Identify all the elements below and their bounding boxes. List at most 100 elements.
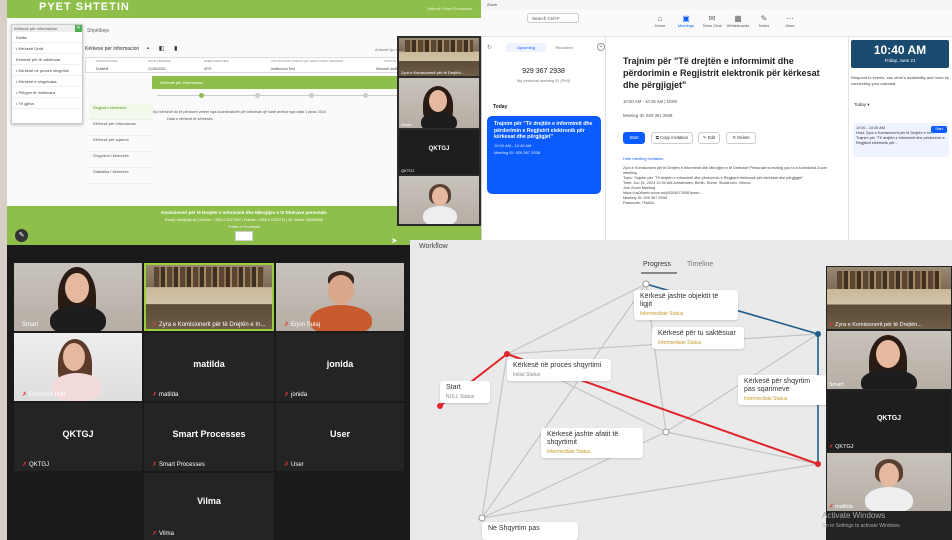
video-tile[interactable]: Smart [14,263,142,331]
participant-center-name: matilda [193,358,225,369]
pen-icon[interactable]: ✎ [15,229,28,242]
copy-invitation-button[interactable]: ⧉ Copy invitation [651,132,693,144]
nav-whiteboards[interactable]: ▦ Whiteboards [724,14,752,28]
notes-icon: ✎ [760,14,768,23]
workflow-node[interactable]: Ne Shqyrtim pas [482,522,578,540]
table-cell[interactable]: Draft/off [96,67,108,71]
video-tile[interactable]: ✗ matilda [827,453,951,511]
menu-item[interactable]: Kërkesë për të caktimuar [12,54,82,65]
step-progress [157,93,407,103]
video-tile[interactable]: QKTGJ ✗ QKTGJ [827,391,951,451]
side-menu-item[interactable]: Statistika / kërkesës [89,168,153,184]
tile-name: ✗ QKTGJ [829,444,854,450]
form-field-label: Data e kërkimit të kërkesës [167,117,213,121]
video-tile[interactable]: Smart Processes ✗ Smart Processes [144,403,274,471]
calendar-icon: ▣ [682,14,690,23]
hide-invitation-link[interactable]: Hide meeting invitation [623,156,663,161]
mic-muted-icon: ✗ [152,462,158,468]
side-menu-item[interactable]: Kërkesë për sqarimi [89,136,153,152]
table-header: INSTITUCIONI PUBLIK QË I DREJTOHET KËRKE… [271,59,344,63]
step-dot[interactable] [199,93,204,98]
video-tile[interactable]: ✗ Zyra e Komisionerit për të Drejtën... [827,267,951,329]
side-menu-item[interactable]: Regjistro kërkesën [89,104,153,120]
nav-home[interactable]: ⌂ Home [646,14,674,28]
table-header: EMËR KËRKUESI [204,59,229,63]
pmi-label: My personal meeting ID (PMI) [516,78,571,83]
video-tile[interactable]: jonida ✗ jonida [276,333,404,401]
refresh-icon[interactable]: ↻ [487,44,492,51]
menu-item[interactable]: • Pëlqyer të rishikuara [12,87,82,98]
nav-notes[interactable]: ✎ Notes [750,14,778,28]
side-menu-item[interactable]: Kërkesë për informacion [89,120,153,136]
video-tile[interactable]: User ✗ User [276,403,404,471]
menu-item[interactable]: • Kërkesë Draft [12,43,82,54]
video-tile[interactable]: Vilma ✗ Vilma [144,473,274,540]
calendar-today[interactable]: Today ▾ [854,102,870,108]
video-tile[interactable]: Smart [827,331,951,389]
workflow-node[interactable]: Kërkesë për tu saktësuar Intermediate St… [652,327,744,349]
video-tile[interactable]: ✗ Emirjona Huti [14,333,142,401]
zoom-title-bar: Zoom [481,0,952,9]
side-menu-item[interactable]: Shqyrtimi i kërkesës [89,152,153,168]
video-tile[interactable]: matilda ✗ matilda [144,333,274,401]
clock-widget: 10:40 AM Friday, June 21 [851,40,949,68]
nav-meetings[interactable]: ▣ Meetings [672,14,700,28]
meeting-card-title: Trajnim për "Të drejtën e informimit dhe… [494,121,593,141]
nav-more[interactable]: ⋯ More [776,14,804,28]
request-table: KANDIDATURË DATË KËRKESE EMËR KËRKUESI I… [85,57,405,73]
tab-upcoming[interactable]: Upcoming [505,43,547,52]
start-button[interactable]: Start [623,132,645,144]
add-icon[interactable]: + [597,43,605,51]
edit-button[interactable]: ✎ Edit [698,132,720,144]
participant-name: ✗ Vilma [152,531,174,537]
calendar-connect-tip[interactable]: Respond to events, see other's availabil… [851,75,951,86]
step-dot[interactable] [363,93,368,98]
step-dot[interactable] [309,93,314,98]
step-dot[interactable] [255,93,260,98]
node-dot [642,280,650,288]
video-tile[interactable]: ✗ Erjon Sulaj [276,263,404,331]
delete-button[interactable]: ✕ Delete [726,132,756,144]
dropdown-menu: Kërkesë për informacion ✕ Drafte • Kërke… [11,24,83,124]
tile-name: ✗ matilda [829,504,853,510]
participant-name: ✗ Zyra e Komisionerit për të Drejtën e In… [152,322,266,328]
video-tile[interactable] [399,176,479,224]
workflow-node-start[interactable]: Start NULL Status [440,381,490,403]
table-header: DATË KËRKESE [148,59,171,63]
section-title: Kërkese per informacion [85,46,140,52]
mic-muted-icon: ✗ [152,322,158,328]
tile-center-name: QKTGJ [876,415,902,422]
close-icon[interactable]: ✕ [75,25,82,32]
mouse-cursor-icon: ➤ [391,236,398,245]
clock-time: 10:40 AM [873,43,927,57]
menu-item[interactable]: Drafte [12,32,82,43]
calendar-start-button[interactable]: Start [931,126,947,133]
video-tile[interactable]: ✗ Zyra e Komisionerit për të Drejtën e In… [144,263,274,331]
participant-name: ✗ QKTGJ [22,462,50,468]
mic-muted-icon: ✗ [22,462,28,468]
meeting-card[interactable]: Trajnim për "Të drejtën e informimit dhe… [487,116,601,194]
menu-header: Kërkesë për informacion [12,25,82,32]
nav-team-chat[interactable]: ✉ Team Chat [698,14,726,28]
video-tile[interactable]: Smart [399,78,479,128]
pmi-number[interactable]: 929 367 2938 [481,68,606,75]
tile-name: Zyra e Komisionerit për të Drejtën... [401,70,465,75]
tab-recorded[interactable]: Recorded [549,43,579,52]
workflow-node[interactable]: Kërkesë për shqyrtim pas sqarimeve Inter… [738,375,828,405]
menu-item[interactable]: • Kërkesë në proces shqyrtimi [12,65,82,76]
search-input[interactable]: Search Ctrl+F [527,13,579,23]
workflow-node[interactable]: Kërkesë në proces shqyrtimi Initial Stat… [507,359,611,381]
menu-item[interactable]: • Kërkesë e shqyrtuara [12,76,82,87]
workflow-node[interactable]: Kërkesë jashte objektit të ligjit Interm… [634,290,738,320]
more-icon: ⋯ [786,14,794,23]
video-tile[interactable]: QKTGJ ✗ QKTGJ [14,403,142,471]
video-tile[interactable]: Zyra e Komisionerit për të Drejtën... [399,38,479,76]
menu-item[interactable]: • Të gjitha [12,98,82,109]
tile-name: QKTGJ [401,168,415,173]
table-cell: Institucioni Test [271,67,295,71]
app-user-menu[interactable]: Ndihmë Smart Processes [427,6,472,11]
video-tile[interactable]: QKTGJ QKTGJ [399,130,479,174]
workflow-node[interactable]: Kërkesë jashte afatit të shqyrtimit Inte… [541,428,643,458]
toolbar-icons[interactable]: ▪ ◧ ▮ [147,45,181,52]
zoom-gallery: Smart ✗ Zyra e Komisionerit për të Drejtë… [7,245,410,540]
